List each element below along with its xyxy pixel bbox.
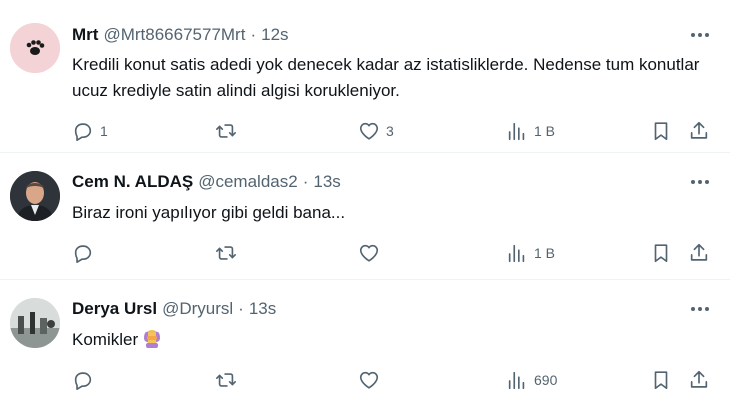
bookmark-icon [654, 371, 668, 390]
display-name[interactable]: Mrt [72, 25, 98, 45]
user-handle[interactable]: @Mrt86667577Mrt [103, 25, 245, 45]
like-button[interactable] [358, 240, 386, 266]
views-button[interactable]: 690 [506, 367, 557, 393]
like-button[interactable]: 3 [358, 118, 394, 144]
view-count: 690 [534, 372, 558, 388]
action-bar: 1 B [72, 240, 714, 266]
user-handle[interactable]: @Dryursl [162, 299, 233, 319]
facepalm-emoji [142, 328, 162, 356]
timestamp[interactable]: 13s [249, 299, 276, 319]
share-icon [690, 370, 708, 388]
view-count: 1 B [534, 245, 556, 261]
user-handle[interactable]: @cemaldas2 [198, 172, 297, 192]
reply-button[interactable]: 1 [72, 118, 108, 144]
display-name[interactable]: Derya Ursl [72, 299, 157, 319]
retweet-icon [216, 124, 236, 138]
reply-count: 1 [100, 123, 108, 139]
views-button[interactable]: 1 B [506, 240, 555, 266]
heart-icon [359, 371, 379, 389]
bookmark-button[interactable] [650, 367, 672, 393]
reply-icon [74, 123, 92, 141]
timestamp[interactable]: 13s [313, 172, 340, 192]
avatar[interactable] [10, 171, 60, 221]
tweet-header: Derya Ursl @Dryursl · 13s [72, 298, 276, 320]
more-icon[interactable] [688, 171, 712, 193]
avatar[interactable] [10, 23, 60, 73]
tweet-text: Komikler [72, 330, 139, 349]
bookmark-icon [654, 122, 668, 141]
reply-button[interactable] [72, 240, 100, 266]
separator: · [250, 25, 257, 44]
share-icon [690, 243, 708, 261]
views-button[interactable]: 1 B [506, 118, 555, 144]
bookmark-button[interactable] [650, 240, 672, 266]
reply-button[interactable] [72, 367, 100, 393]
separator: · [302, 172, 309, 191]
share-button[interactable] [688, 118, 710, 144]
share-icon [690, 121, 708, 139]
share-button[interactable] [688, 240, 710, 266]
display-name[interactable]: Cem N. ALDAŞ [72, 172, 193, 192]
tweet-text: Biraz ironi yapılıyor gibi geldi bana... [72, 203, 346, 222]
tweet-text-container: Komikler [72, 327, 700, 356]
action-bar: 1 3 1 B [72, 118, 714, 144]
bookmark-button[interactable] [650, 118, 672, 144]
avatar[interactable] [10, 298, 60, 348]
reply-icon [74, 245, 92, 263]
retweet-icon [216, 246, 236, 260]
heart-icon [359, 244, 379, 262]
bookmark-icon [654, 244, 668, 263]
retweet-icon [216, 373, 236, 387]
share-button[interactable] [688, 367, 710, 393]
more-icon[interactable] [688, 24, 712, 46]
tweet-text: Kredili konut satis adedi yok denecek ka… [72, 55, 700, 100]
tweet[interactable]: Derya Ursl @Dryursl · 13s Komikler 690 [0, 280, 730, 420]
retweet-button[interactable] [215, 118, 243, 144]
reply-icon [74, 372, 92, 390]
action-bar: 690 [72, 367, 714, 393]
tweet-header: Mrt @Mrt86667577Mrt · 12s [72, 24, 289, 46]
separator: · [238, 299, 244, 318]
view-count: 1 B [534, 123, 556, 139]
heart-icon [359, 122, 379, 140]
retweet-button[interactable] [215, 367, 243, 393]
more-icon[interactable] [688, 298, 712, 320]
tweet-header: Cem N. ALDAŞ @cemaldas2 · 13s [72, 171, 341, 193]
views-icon [508, 122, 525, 141]
views-icon [508, 371, 525, 390]
retweet-button[interactable] [215, 240, 243, 266]
tweet[interactable]: Mrt @Mrt86667577Mrt · 12s Kredili konut … [0, 0, 730, 153]
tweet[interactable]: Cem N. ALDAŞ @cemaldas2 · 13s Biraz iron… [0, 153, 730, 280]
like-button[interactable] [358, 367, 386, 393]
timestamp[interactable]: 12s [261, 25, 288, 45]
views-icon [508, 244, 525, 263]
like-count: 3 [386, 123, 394, 139]
